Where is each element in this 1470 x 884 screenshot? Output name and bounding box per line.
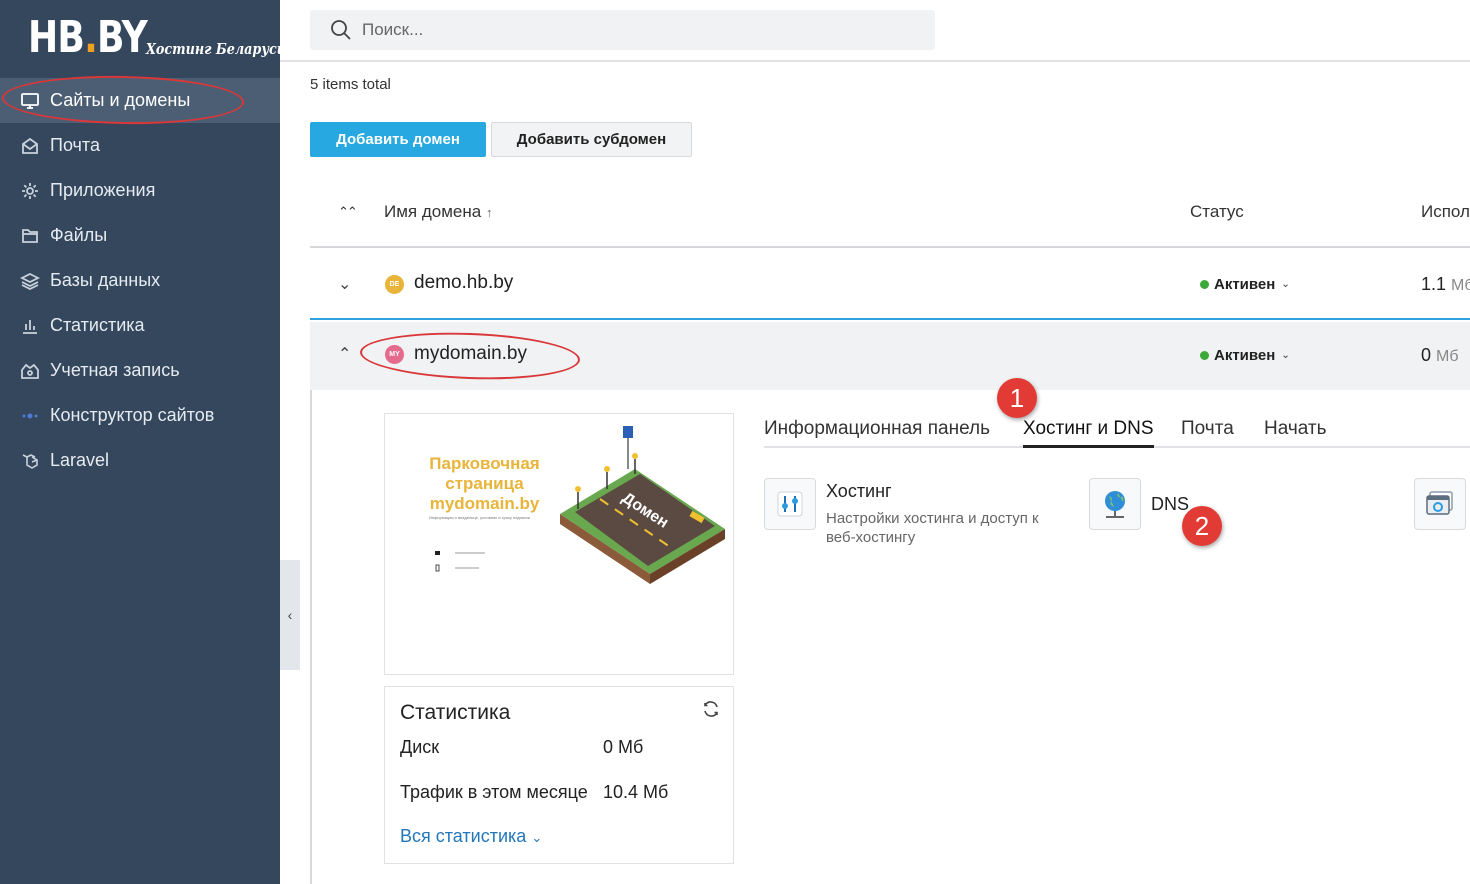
preview-title: Парковочная страница mydomain.by [429,454,540,513]
chevron-down-icon: ⌄ [531,830,543,845]
disk-usage: 0 Мб [1421,345,1459,365]
sidebar-item-label: Приложения [50,180,156,200]
table-header: ⌃⌃ Имя домена ↑ Статус Испол [310,190,1470,248]
column-header-status[interactable]: Статус [1190,202,1244,222]
sidebar-collapse-button[interactable]: ‹ [280,560,300,670]
gear-icon [20,181,40,201]
sidebar-item-files[interactable]: Файлы [0,213,280,258]
refresh-icon[interactable] [701,699,721,719]
hosting-settings-icon[interactable] [764,478,816,530]
add-domain-button[interactable]: Добавить домен [310,122,486,157]
domain-tabs: Информационная панель Хостинг и DNS Почт… [764,418,1470,448]
sidebar-item-sites-domains[interactable]: Сайты и домены [0,78,280,123]
sidebar-item-label: Конструктор сайтов [50,405,215,425]
table-row[interactable]: ⌄ DE demo.hb.by Активен ⌄ 1.1 Мб [310,250,1470,320]
builder-icon [20,406,40,426]
sidebar-item-site-builder[interactable]: Конструктор сайтов [0,393,280,438]
domain-favicon: MY [385,345,404,364]
table-row-expanded[interactable]: ⌃ MY mydomain.by Активен ⌄ 0 Мб [310,322,1470,390]
preview-sign-text: Домен [618,489,672,532]
dns-tool[interactable]: DNS [1089,478,1189,530]
logo-tagline: Хостинг Беларуси [146,40,287,58]
account-icon [20,361,40,381]
search-input[interactable] [362,20,922,40]
sidebar-item-label: Базы данных [50,270,161,290]
chevron-down-icon: ⌄ [1281,279,1290,290]
traffic-label: Трафик в этом месяце [400,782,588,802]
sidebar-item-label: Файлы [50,225,108,245]
sidebar-item-label: Почта [50,135,100,155]
logo[interactable]: HB.BY Хостинг Беларуси [28,12,286,64]
tool-title[interactable]: Хостинг [826,481,1066,502]
hosting-settings-tool[interactable]: Хостинг Настройки хостинга и доступ к ве… [764,478,1066,547]
sidebar-item-statistics[interactable]: Статистика [0,303,280,348]
search-icon [331,20,351,40]
sidebar-item-mail[interactable]: Почта [0,123,280,168]
annotation-marker-1: 1 [997,378,1037,418]
disk-value: 0 Мб [603,737,644,757]
folder-icon [20,226,40,246]
detail-left-border [310,390,312,884]
preview-subtitle: Информация о владельце, условиях и сроку… [429,515,530,520]
sidebar-item-label: Сайты и домены [50,90,191,110]
sidebar-item-laravel[interactable]: Laravel [0,438,280,483]
sidebar-item-account[interactable]: Учетная запись [0,348,280,393]
laravel-icon [20,451,40,471]
more-settings-tool[interactable] [1414,478,1466,530]
sort-asc-icon: ↑ [485,205,493,220]
tab-dashboard[interactable]: Информационная панель [764,418,990,448]
sidebar-item-label: Учетная запись [50,360,180,380]
parking-page-preview[interactable]: Парковочная страница mydomain.by Информа… [384,413,734,675]
traffic-value: 10.4 Мб [603,782,669,802]
sidebar-item-label: Статистика [50,315,145,335]
logo-text: HB.BY [28,12,148,63]
disk-usage: 1.1 Мб [1421,274,1470,294]
sidebar: HB.BY Хостинг Беларуси Сайты и домены По… [0,0,286,884]
domain-link[interactable]: mydomain.by [414,343,527,365]
globe-dns-icon[interactable] [1089,478,1141,530]
add-subdomain-button[interactable]: Добавить субдомен [491,122,692,157]
search-bar [310,10,935,50]
annotation-marker-2: 2 [1182,506,1222,546]
tool-description: Настройки хостинга и доступ к веб-хостин… [826,510,1039,546]
statistics-card: Статистика Диск 0 Мб Трафик в этом месяц… [384,686,734,864]
collapse-chevron-icon[interactable]: ⌃ [338,344,351,364]
domain-link[interactable]: demo.hb.by [414,272,513,294]
tool-title[interactable]: DNS [1151,494,1189,515]
status-dropdown[interactable]: Активен ⌄ [1200,276,1290,293]
status-dropdown[interactable]: Активен ⌄ [1200,347,1290,364]
column-header-usage[interactable]: Испол [1421,202,1470,222]
tab-mail[interactable]: Почта [1181,418,1234,448]
expand-chevron-icon[interactable]: ⌄ [338,274,351,294]
window-settings-icon[interactable] [1414,478,1466,530]
mail-icon [20,136,40,156]
sidebar-nav: Сайты и домены Почта Приложения Файлы Ба… [0,78,280,483]
items-total-count: 5 items total [310,76,391,93]
status-dot [1200,351,1209,360]
chevron-down-icon: ⌄ [1281,350,1290,361]
disk-label: Диск [400,737,440,757]
database-icon [20,271,40,291]
sidebar-item-applications[interactable]: Приложения [0,168,280,213]
column-header-domain-name[interactable]: Имя домена ↑ [384,202,492,222]
tab-hosting-dns[interactable]: Хостинг и DNS [1023,418,1154,448]
bar-chart-icon [20,316,40,336]
monitor-icon [20,91,40,111]
chevron-left-icon: ‹ [287,607,293,623]
sidebar-item-label: Laravel [50,450,110,470]
header-divider [280,60,1470,62]
all-statistics-link[interactable]: Вся статистика ⌄ [400,826,542,847]
status-dot [1200,280,1209,289]
sidebar-item-databases[interactable]: Базы данных [0,258,280,303]
tab-get-started[interactable]: Начать [1264,418,1327,448]
domain-favicon: DE [385,275,404,294]
statistics-title: Статистика [400,701,511,724]
collapse-all-icon[interactable]: ⌃⌃ [338,204,358,220]
